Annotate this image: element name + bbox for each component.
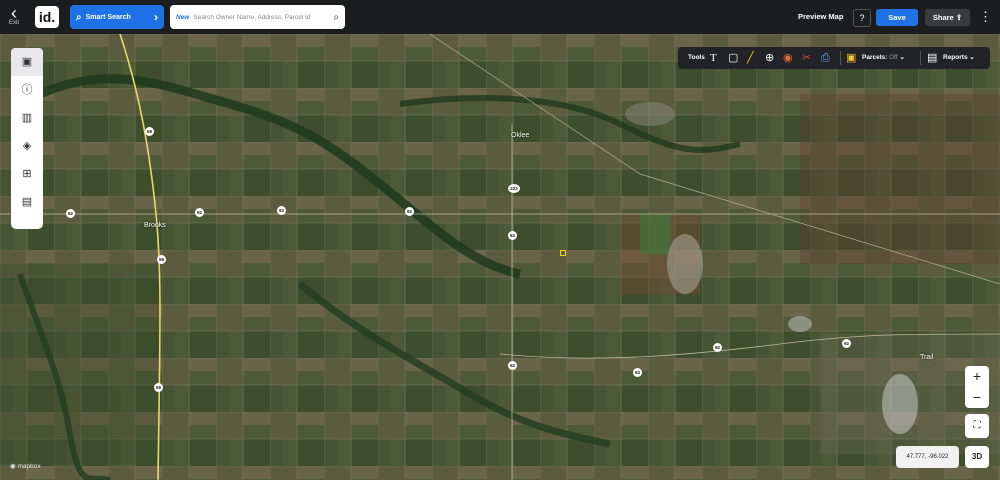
exit-label: Exit <box>8 20 19 26</box>
parcels-state: Off <box>889 54 898 61</box>
info-icon[interactable]: ⓘ <box>11 76 43 104</box>
tools-label: Tools <box>688 54 705 61</box>
place-label[interactable]: Trail <box>920 354 933 361</box>
image-export-icon[interactable]: ▤ <box>11 188 43 216</box>
zoom-out-button[interactable]: − <box>965 387 989 408</box>
highway-shield: 92 <box>195 208 204 217</box>
highway-shield: 92 <box>508 361 517 370</box>
share-label: Share <box>932 13 954 22</box>
hierarchy-icon[interactable]: ⊞ <box>11 160 43 188</box>
ruler-icon[interactable]: ╱ <box>747 47 754 69</box>
highway-shield: 92 <box>633 368 642 377</box>
highway-shield: 222 <box>508 184 520 193</box>
layers-panel-icon[interactable]: ▣ <box>11 48 43 76</box>
highway-shield: 59 <box>154 383 163 392</box>
highway-shield: 92 <box>842 339 851 348</box>
smart-search-label: Smart Search <box>85 13 131 21</box>
coordinate-readout: 47.777, -96.022 <box>896 446 959 468</box>
reports-dropdown[interactable]: Reports ⌄ <box>943 47 975 69</box>
highway-shield: 92 <box>66 209 75 218</box>
reports-label: Reports <box>943 54 968 61</box>
attribution-label: mapbox <box>17 463 41 470</box>
map-imagery <box>0 34 1000 480</box>
place-label[interactable]: Brooks <box>144 222 166 229</box>
highway-shield: 92 <box>508 231 517 240</box>
search-placeholder: Search Owner Name, Address, Parcel Id <box>193 13 311 21</box>
parcels-toggle[interactable]: Parcels: Off ⌄ <box>862 47 905 69</box>
parcels-icon: ▣ <box>846 52 857 64</box>
highway-shield: 59 <box>157 255 166 264</box>
zoom-control: + − <box>965 366 989 408</box>
search-icon[interactable]: ⌕ <box>333 12 339 23</box>
print-icon[interactable]: ⎙ <box>821 47 830 69</box>
divider <box>920 51 921 65</box>
new-badge: New <box>176 13 190 21</box>
highway-shield: 92 <box>405 207 414 216</box>
left-toolbar: ▣ ⓘ ▥ ◈ ⊞ ▤ <box>11 48 43 229</box>
more-menu-icon[interactable]: ⋮ <box>979 10 992 23</box>
satellite-map[interactable]: Oklee Brooks Trail 59 59 59 92 92 92 92 … <box>0 34 1000 480</box>
app-logo[interactable]: id. <box>35 6 59 28</box>
highway-shield: 59 <box>145 127 154 136</box>
highway-shield: 92 <box>277 206 286 215</box>
reports-icon: ▤ <box>927 52 938 64</box>
mapbox-attribution[interactable]: ◉ mapbox <box>10 462 41 470</box>
tools-bar: Tools T ▢ ╱ ⊕ ◉ ✂ ⎙ ▣ Parcels: Off ⌄ ▤ R… <box>678 47 990 69</box>
share-button[interactable]: Share ⇪ <box>925 9 970 26</box>
place-label[interactable]: Oklee <box>511 132 529 139</box>
divider <box>840 51 841 65</box>
preview-map-button[interactable]: Preview Map <box>798 12 843 21</box>
share-icon: ⇪ <box>955 13 963 22</box>
chevron-left-icon: ‹ <box>11 3 17 23</box>
top-bar: ‹ Exit id. ⌕ Smart Search › New Search O… <box>0 0 1000 34</box>
help-button[interactable]: ? <box>853 9 871 27</box>
text-box-icon[interactable]: ▢ <box>728 47 738 69</box>
exit-button[interactable]: ‹ Exit <box>4 3 24 30</box>
toggle-3d-button[interactable]: 3D <box>965 446 989 468</box>
parcel-marker[interactable] <box>560 250 566 256</box>
zoom-in-button[interactable]: + <box>965 366 989 387</box>
save-button[interactable]: Save <box>876 9 918 26</box>
search-icon: ⌕ <box>76 11 82 23</box>
circle-icon[interactable]: ◉ <box>783 47 793 69</box>
map-book-icon[interactable]: ▥ <box>11 104 43 132</box>
parcels-label: Parcels: <box>862 54 888 61</box>
smart-search-button[interactable]: ⌕ Smart Search › <box>70 5 164 29</box>
highway-shield: 92 <box>713 343 722 352</box>
text-icon[interactable]: T <box>710 47 717 69</box>
stack-icon[interactable]: ◈ <box>11 132 43 160</box>
search-input[interactable]: New Search Owner Name, Address, Parcel I… <box>170 5 345 29</box>
chevron-right-icon: › <box>154 10 158 24</box>
fit-screen-icon[interactable]: ⛶ <box>965 414 989 438</box>
scissors-icon[interactable]: ✂ <box>802 47 811 69</box>
globe-icon[interactable]: ⊕ <box>765 47 774 69</box>
